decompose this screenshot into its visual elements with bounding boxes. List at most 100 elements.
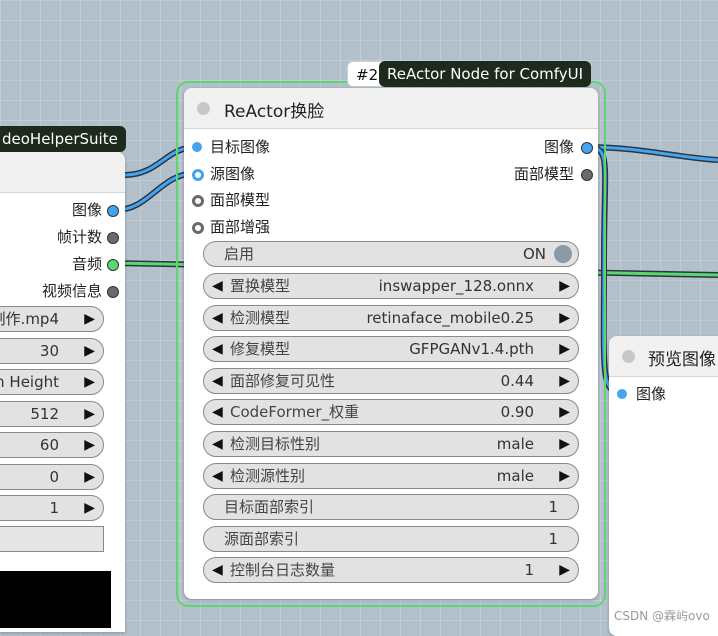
left-arrow-icon[interactable]: ◀ xyxy=(212,436,223,452)
input-slot-label: 面部模型 xyxy=(210,191,271,209)
right-arrow-icon[interactable]: ▶ xyxy=(559,341,570,357)
left-widget-value: 512 xyxy=(30,404,59,423)
node-id-text: #2 xyxy=(356,66,379,84)
right-arrow-icon[interactable]: ▶ xyxy=(84,343,95,359)
right-arrow-icon[interactable]: ▶ xyxy=(559,468,570,484)
reactor-widget[interactable]: ◀ 置换模型 inswapper_128.onnx ▶ xyxy=(203,273,579,299)
widget-label: 检测模型 xyxy=(230,308,291,327)
reactor-node-title: ReActor换脸 xyxy=(224,102,325,122)
left-arrow-icon[interactable]: ◀ xyxy=(212,373,223,389)
preview-node-title: 预览图像 xyxy=(648,350,716,370)
left-node-type-label: deoHelperSuite xyxy=(2,130,118,148)
widget-label: 目标面部索引 xyxy=(224,498,315,517)
widget-label: 面部修复可见性 xyxy=(230,371,336,390)
output-slot-icon[interactable] xyxy=(581,142,593,154)
right-arrow-icon[interactable]: ▶ xyxy=(84,500,95,516)
reactor-widget[interactable]: 目标面部索引 1 xyxy=(203,494,579,521)
output-slot-icon[interactable] xyxy=(107,259,119,271)
right-arrow-icon[interactable]: ▶ xyxy=(559,404,570,420)
output-slot-label: 图像 xyxy=(543,138,574,156)
widget-label: 控制台日志数量 xyxy=(230,561,336,580)
output-slot-icon[interactable] xyxy=(107,286,119,298)
enable-toggle[interactable]: 启用 ON xyxy=(203,241,579,267)
reactor-widget[interactable]: ◀ 检测源性别 male ▶ xyxy=(203,462,579,489)
left-node-widget[interactable]: 30 ▶ xyxy=(0,337,104,364)
left-node-header xyxy=(0,152,125,193)
reactor-node-header[interactable]: ReActor换脸 xyxy=(184,88,598,129)
widget-value: male xyxy=(496,466,534,485)
node-type-text: ReActor Node for ComfyUI xyxy=(387,65,584,83)
input-slot-icon[interactable] xyxy=(192,168,204,181)
input-slot-label: 图像 xyxy=(636,385,667,403)
widget-label: CodeFormer_权重 xyxy=(230,403,360,422)
left-node-type-badge: deoHelperSuite xyxy=(0,126,126,152)
right-arrow-icon[interactable]: ▶ xyxy=(84,469,95,485)
toggle-value: ON xyxy=(522,245,546,263)
reactor-widget[interactable]: ◀ 控制台日志数量 1 ▶ xyxy=(203,557,579,584)
node-type-badge: ReActor Node for ComfyUI xyxy=(379,61,592,87)
reactor-widget[interactable]: ◀ CodeFormer_权重 0.90 ▶ xyxy=(203,399,579,426)
left-node-empty-field[interactable] xyxy=(0,526,104,552)
reactor-widget[interactable]: 源面部索引 1 xyxy=(203,525,579,552)
input-slot-icon[interactable] xyxy=(192,221,204,234)
left-node-widget[interactable]: 0 ▶ xyxy=(0,463,104,490)
left-output-label: 视频信息 xyxy=(41,282,102,300)
reactor-widget[interactable]: ◀ 面部修复可见性 0.44 ▶ xyxy=(203,367,579,394)
widget-label: 置换模型 xyxy=(230,277,291,295)
left-node-widget[interactable]: 512 ▶ xyxy=(0,400,104,427)
right-arrow-icon[interactable]: ▶ xyxy=(84,437,95,453)
left-arrow-icon[interactable]: ◀ xyxy=(212,278,223,294)
right-arrow-icon[interactable]: ▶ xyxy=(84,311,95,327)
right-arrow-icon[interactable]: ▶ xyxy=(559,562,570,578)
left-arrow-icon[interactable]: ◀ xyxy=(212,562,223,578)
input-slot-label: 面部增强 xyxy=(210,217,271,236)
input-slot-icon[interactable] xyxy=(617,389,627,399)
reactor-widget[interactable]: ◀ 检测目标性别 male ▶ xyxy=(203,431,579,457)
output-slot-icon[interactable] xyxy=(581,168,593,181)
input-slot-icon[interactable] xyxy=(192,195,204,207)
widget-label: 修复模型 xyxy=(230,340,291,359)
widget-value: 1 xyxy=(548,498,558,517)
right-arrow-icon[interactable]: ▶ xyxy=(84,406,95,422)
widget-label: 源面部索引 xyxy=(224,529,300,548)
output-slot-icon[interactable] xyxy=(107,205,119,217)
left-widget-value: m Height xyxy=(0,373,59,391)
input-slot-icon[interactable] xyxy=(192,142,202,152)
left-node-widget[interactable]: 制作.mp4 ▶ xyxy=(0,306,104,332)
left-widget-value: 30 xyxy=(39,341,59,360)
left-arrow-icon[interactable]: ◀ xyxy=(212,310,223,326)
left-node-widget[interactable]: 1 ▶ xyxy=(0,495,104,521)
watermark: CSDN @霖屿ovo xyxy=(614,609,710,623)
left-node-widget[interactable]: m Height ▶ xyxy=(0,369,104,395)
widget-label: 检测源性别 xyxy=(230,466,306,485)
widget-value: GFPGANv1.4.pth xyxy=(409,340,534,359)
collapse-dot-icon[interactable] xyxy=(622,350,635,363)
left-arrow-icon[interactable]: ◀ xyxy=(212,404,223,420)
left-widget-value: 0 xyxy=(49,467,59,486)
left-output-label: 帧计数 xyxy=(56,228,102,246)
widget-value: retinaface_mobile0.25 xyxy=(366,308,534,327)
widget-value: 1 xyxy=(548,529,558,548)
reactor-widget[interactable]: ◀ 检测模型 retinaface_mobile0.25 ▶ xyxy=(203,304,579,331)
left-widget-value: 1 xyxy=(49,499,59,517)
left-arrow-icon[interactable]: ◀ xyxy=(212,341,223,357)
reactor-widget[interactable]: ◀ 修复模型 GFPGANv1.4.pth ▶ xyxy=(203,336,579,363)
left-output-label: 音频 xyxy=(71,255,102,273)
right-arrow-icon[interactable]: ▶ xyxy=(559,373,570,389)
toggle-label: 启用 xyxy=(224,245,255,263)
preview-node-header[interactable]: 预览图像 xyxy=(609,336,718,377)
output-slot-label: 面部模型 xyxy=(513,164,574,183)
right-arrow-icon[interactable]: ▶ xyxy=(559,436,570,452)
left-output-label: 图像 xyxy=(71,201,102,219)
preview-node[interactable]: 预览图像 xyxy=(609,336,718,636)
input-slot-label: 源图像 xyxy=(210,164,256,183)
collapse-dot-icon[interactable] xyxy=(197,102,210,115)
left-widget-value: 60 xyxy=(39,436,59,454)
right-arrow-icon[interactable]: ▶ xyxy=(559,278,570,294)
left-arrow-icon[interactable]: ◀ xyxy=(212,468,223,484)
right-arrow-icon[interactable]: ▶ xyxy=(84,374,95,390)
toggle-knob-icon[interactable] xyxy=(554,245,572,263)
right-arrow-icon[interactable]: ▶ xyxy=(559,310,570,326)
output-slot-icon[interactable] xyxy=(107,232,119,244)
left-node-widget[interactable]: 60 ▶ xyxy=(0,432,104,458)
